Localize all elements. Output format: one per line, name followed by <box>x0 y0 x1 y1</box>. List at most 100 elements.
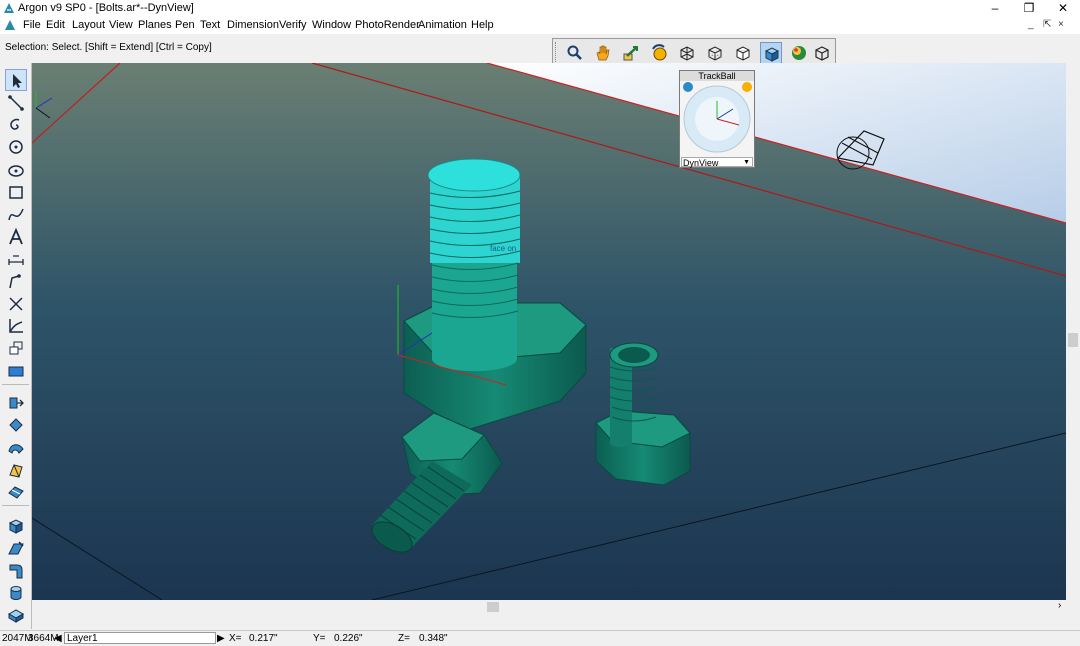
window-title: Argon v9 SP0 - [Bolts.ar*--DynView] <box>18 2 194 14</box>
3d-scene[interactable]: face on <box>32 63 1066 600</box>
menu-text[interactable]: Text <box>200 19 220 31</box>
transform-tool[interactable] <box>5 337 27 359</box>
rectangle-tool[interactable] <box>5 181 27 203</box>
shaded-view-button[interactable] <box>732 42 754 64</box>
box-solid-tool[interactable] <box>5 515 27 537</box>
document-icon[interactable] <box>4 19 16 31</box>
menu-bar: File Edit Layout View Planes Pen Text Di… <box>0 17 1080 34</box>
sweep-icon <box>8 444 24 454</box>
smooth-shaded-view-button[interactable] <box>760 42 782 64</box>
wireframe-view-button[interactable] <box>676 42 698 64</box>
menu-dimension[interactable]: Dimension <box>227 19 279 31</box>
layer-prev-icon[interactable]: ◀ <box>54 633 62 644</box>
select-tool[interactable] <box>5 69 27 91</box>
cylinder-solid-tool[interactable] <box>5 582 27 604</box>
menu-pen[interactable]: Pen <box>175 19 195 31</box>
pan-button[interactable] <box>592 42 614 64</box>
loft-tool[interactable] <box>5 459 27 481</box>
smooth-shaded-cube-icon <box>764 47 780 62</box>
trackball-sphere[interactable] <box>681 81 753 157</box>
wireframe-cube-icon <box>680 46 694 61</box>
rotate-view-button[interactable] <box>648 42 670 64</box>
menu-file[interactable]: File <box>23 19 41 31</box>
skin-tool[interactable] <box>5 481 27 503</box>
filled-rectangle-tool[interactable] <box>5 360 27 382</box>
extrude-icon <box>9 397 24 409</box>
zoom-button[interactable] <box>564 42 586 64</box>
menu-help[interactable]: Help <box>471 19 494 31</box>
vertical-scroll-thumb[interactable] <box>1068 333 1078 347</box>
vertical-scrollbar[interactable] <box>1066 63 1080 600</box>
revolve-tool[interactable] <box>5 414 27 436</box>
menu-layout[interactable]: Layout <box>72 19 105 31</box>
polyline-tool[interactable] <box>5 270 27 292</box>
trackball-panel[interactable]: TrackBall DynView ▼ <box>679 70 755 168</box>
trackball-title: TrackBall <box>680 71 754 81</box>
ellipse-tool[interactable] <box>5 159 27 181</box>
bend-tool[interactable] <box>5 560 27 582</box>
text-icon <box>9 228 23 245</box>
close-button[interactable]: ✕ <box>1046 0 1080 17</box>
menu-photorender[interactable]: PhotoRender <box>355 19 420 31</box>
zoom-window-button[interactable] <box>620 42 642 64</box>
dimension-tool[interactable] <box>5 248 27 270</box>
trackball-reset-icon[interactable] <box>683 82 693 92</box>
hidden-line-cube-icon <box>708 46 722 61</box>
layer-next-icon[interactable]: ▶ <box>217 633 225 644</box>
horizontal-scroll-thumb[interactable] <box>487 602 499 612</box>
spiral-tool[interactable] <box>5 114 27 136</box>
toolbar-grip[interactable] <box>555 42 559 62</box>
circle-icon <box>9 140 23 154</box>
menu-window[interactable]: Window <box>312 19 351 31</box>
menu-view[interactable]: View <box>109 19 133 31</box>
horizontal-scrollbar[interactable]: › <box>32 600 1080 614</box>
dimension-icon <box>8 255 24 265</box>
line-tool[interactable] <box>5 92 27 114</box>
view-toolbar <box>552 38 836 66</box>
trackball-options-icon[interactable] <box>742 82 752 92</box>
rotate-view-icon <box>652 44 667 61</box>
menu-planes[interactable]: Planes <box>138 19 172 31</box>
spiral-icon <box>10 118 20 130</box>
trim-tool[interactable] <box>5 293 27 315</box>
y-coordinate-value: 0.226" <box>334 633 363 644</box>
view-select-value: DynView <box>683 158 719 168</box>
zoom-window-icon <box>623 46 638 61</box>
sweep-tool[interactable] <box>5 437 27 459</box>
minimize-button[interactable]: – <box>978 0 1012 17</box>
curve-tool[interactable] <box>5 204 27 226</box>
mdi-close-button[interactable]: × <box>1058 19 1064 30</box>
menu-animation[interactable]: Animation <box>418 19 467 31</box>
bend-icon <box>9 564 23 579</box>
hidden-line-view-button[interactable] <box>704 42 726 64</box>
shell-solid-tool[interactable] <box>5 604 27 626</box>
rectangle-icon <box>9 186 23 199</box>
title-bar: Argon v9 SP0 - [Bolts.ar*--DynView] – ❐ … <box>0 0 1080 17</box>
curve-icon <box>8 208 24 221</box>
view-select[interactable]: DynView ▼ <box>681 157 753 168</box>
render-sphere-icon <box>792 46 806 60</box>
mdi-minimize-button[interactable]: _ <box>1028 19 1034 30</box>
chamfer-tool[interactable] <box>5 537 27 559</box>
left-tool-palette <box>0 63 32 629</box>
extrude-tool[interactable] <box>5 392 27 414</box>
polyline-icon <box>9 274 21 289</box>
outline-view-button[interactable] <box>811 42 833 64</box>
chevron-down-icon: ▼ <box>743 159 750 166</box>
transform-icon <box>9 341 23 355</box>
circle-tool[interactable] <box>5 136 27 158</box>
chamfer-icon <box>8 541 24 555</box>
mdi-restore-button[interactable]: ⇱ <box>1043 19 1051 30</box>
restore-button[interactable]: ❐ <box>1012 0 1046 17</box>
selection-info-bar: Selection: Select. [Shift = Extend] [Ctr… <box>0 34 1080 63</box>
dynview-viewport[interactable]: face on <box>32 63 1066 600</box>
tool-separator <box>2 384 29 388</box>
axis-tool[interactable] <box>5 315 27 337</box>
scroll-right-icon[interactable]: › <box>1058 600 1061 611</box>
layer-field[interactable]: Layer1 <box>64 632 216 644</box>
select-arrow-icon <box>13 74 22 88</box>
menu-edit[interactable]: Edit <box>46 19 65 31</box>
menu-verify[interactable]: Verify <box>279 19 307 31</box>
render-view-button[interactable] <box>788 42 810 64</box>
text-tool[interactable] <box>5 226 27 248</box>
